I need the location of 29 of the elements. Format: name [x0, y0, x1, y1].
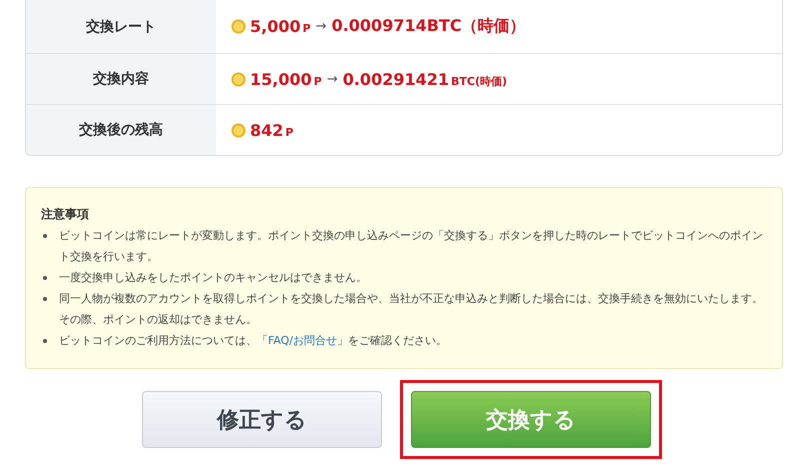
- row-label: 交換レート: [26, 0, 216, 53]
- unit-text: BTC(時価): [451, 74, 508, 88]
- notes-title: 注意事項: [41, 206, 90, 223]
- row-label: 交換後の残高: [26, 105, 216, 155]
- bullet-icon: [43, 339, 47, 343]
- amount-text: 0.00291421: [342, 70, 449, 88]
- coin-icon: [231, 122, 246, 138]
- note-text: 同一人物が複数のアカウントを取得しポイントを交換した場合や、当社が不正な申込みと判断した場合には、交換手続きを無効にいたします。その際、ポイントの返却はできません。: [59, 291, 764, 328]
- bullet-icon: [43, 234, 47, 238]
- bullet-icon: [43, 297, 47, 301]
- note-text: ビットコインのご利用方法については、「FAQ/お問合せ」をご確認ください。: [59, 333, 448, 349]
- bullet-icon: [43, 276, 47, 280]
- amount-text: 842: [250, 120, 284, 140]
- exchange-button[interactable]: 交換する: [411, 391, 651, 448]
- unit-text: P: [302, 22, 311, 35]
- unit-text: P: [285, 126, 294, 138]
- amount-text: 5,000: [250, 17, 301, 36]
- coin-icon: [231, 72, 246, 86]
- note-text: 一度交換申し込みをしたポイントのキャンセルはできません。: [59, 270, 367, 286]
- note-text: ビットコインは常にレートが変動します。ポイント交換の申し込みページの「交換する」ボタンを押した時のレートでビットコインへのポイント交換を行います。: [59, 228, 764, 265]
- row-label: 交換内容: [26, 54, 216, 104]
- coin-icon: [231, 19, 246, 34]
- amount-text: 15,000: [250, 70, 312, 88]
- amount-text: 0.0009714BTC（時価）: [332, 16, 526, 37]
- edit-button[interactable]: 修正する: [142, 391, 382, 448]
- unit-text: P: [314, 74, 322, 88]
- faq-link[interactable]: FAQ/お問合せ: [268, 334, 338, 347]
- arrow-text: →: [326, 72, 338, 86]
- arrow-text: →: [316, 19, 327, 34]
